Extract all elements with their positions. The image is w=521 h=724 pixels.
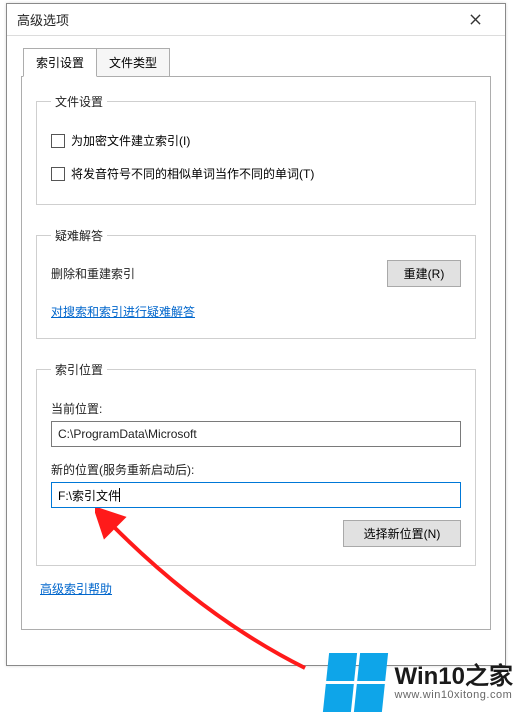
advanced-options-dialog: 高级选项 索引设置 文件类型 文件设置 为加密文件建立索引(I) xyxy=(6,3,506,666)
index-location-group: 索引位置 当前位置: 新的位置(服务重新启动后): F:\索引文件 选择新位置(… xyxy=(36,361,476,566)
checkbox-icon xyxy=(51,167,65,181)
tab-index-settings[interactable]: 索引设置 xyxy=(23,48,97,77)
new-location-value: F:\索引文件 xyxy=(58,487,120,504)
delete-rebuild-text: 删除和重建索引 xyxy=(51,265,387,282)
advanced-index-help-link[interactable]: 高级索引帮助 xyxy=(40,580,112,597)
current-location-label: 当前位置: xyxy=(51,400,461,417)
troubleshoot-legend: 疑难解答 xyxy=(51,227,107,244)
tabstrip: 索引设置 文件类型 xyxy=(23,48,491,77)
file-settings-group: 文件设置 为加密文件建立索引(I) 将发音符号不同的相似单词当作不同的单词(T) xyxy=(36,93,476,205)
client-area: 索引设置 文件类型 文件设置 为加密文件建立索引(I) 将发音符号不同的相似单词… xyxy=(7,36,505,640)
close-icon xyxy=(470,14,481,25)
tab-label: 索引设置 xyxy=(36,56,84,70)
file-settings-legend: 文件设置 xyxy=(51,93,107,110)
text-caret-icon xyxy=(119,488,120,502)
current-location-field[interactable] xyxy=(51,421,461,447)
watermark: Win10之家 www.win10xitong.com xyxy=(326,653,513,712)
checkbox-icon xyxy=(51,134,65,148)
windows-logo-icon xyxy=(322,653,387,712)
checkbox-label: 为加密文件建立索引(I) xyxy=(71,132,190,149)
rebuild-button[interactable]: 重建(R) xyxy=(387,260,461,287)
tab-panel-index-settings: 文件设置 为加密文件建立索引(I) 将发音符号不同的相似单词当作不同的单词(T)… xyxy=(21,76,491,630)
tab-label: 文件类型 xyxy=(109,56,157,70)
select-new-location-button[interactable]: 选择新位置(N) xyxy=(343,520,461,547)
troubleshoot-group: 疑难解答 删除和重建索引 重建(R) 对搜索和索引进行疑难解答 xyxy=(36,227,476,339)
checkbox-diacritics[interactable]: 将发音符号不同的相似单词当作不同的单词(T) xyxy=(51,165,461,182)
checkbox-index-encrypted[interactable]: 为加密文件建立索引(I) xyxy=(51,132,461,149)
watermark-brand: Win10之家 xyxy=(395,665,513,689)
tab-file-types[interactable]: 文件类型 xyxy=(96,48,170,77)
troubleshoot-link[interactable]: 对搜索和索引进行疑难解答 xyxy=(51,303,195,320)
checkbox-label: 将发音符号不同的相似单词当作不同的单词(T) xyxy=(71,165,314,182)
watermark-url: www.win10xitong.com xyxy=(395,689,513,701)
index-location-legend: 索引位置 xyxy=(51,361,107,378)
titlebar: 高级选项 xyxy=(7,4,505,36)
close-button[interactable] xyxy=(455,6,495,34)
new-location-label: 新的位置(服务重新启动后): xyxy=(51,461,461,478)
new-location-field[interactable]: F:\索引文件 xyxy=(51,482,461,508)
window-title: 高级选项 xyxy=(17,10,455,29)
